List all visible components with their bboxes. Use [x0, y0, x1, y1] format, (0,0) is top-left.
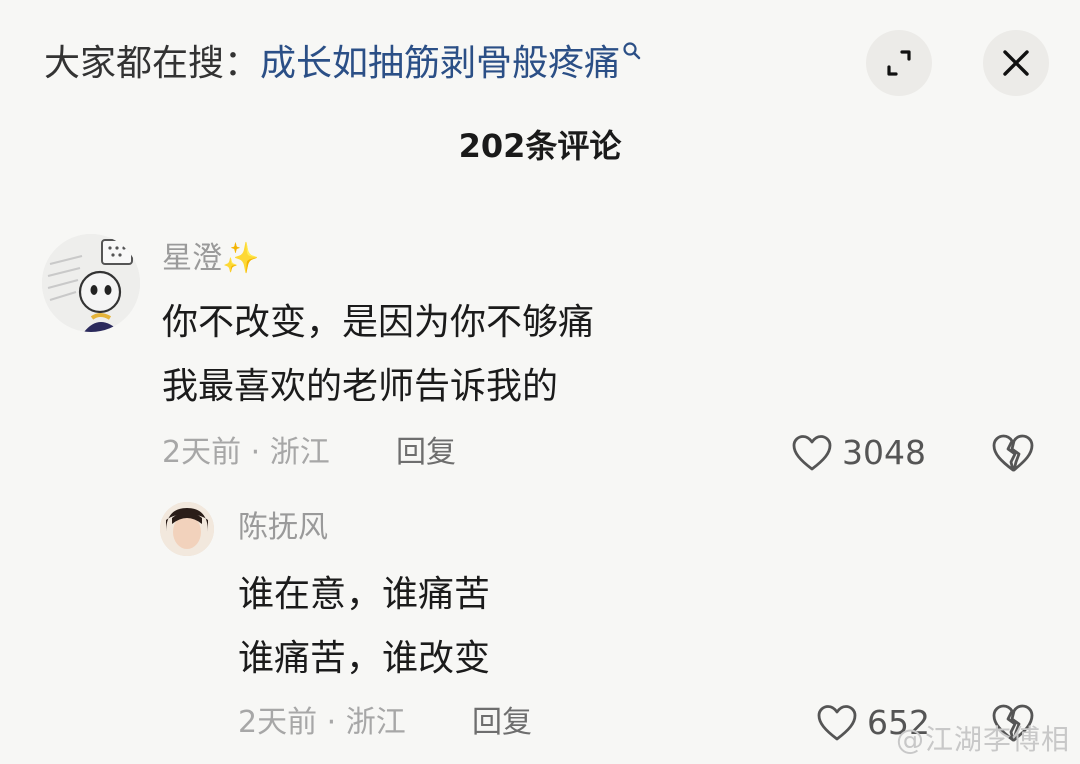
- avatar[interactable]: [42, 234, 140, 332]
- comment-meta: 2天前 · 浙江: [162, 435, 330, 470]
- heart-icon: [792, 435, 832, 471]
- comment-username[interactable]: 陈抚风: [238, 508, 328, 548]
- broken-heart-icon: [992, 434, 1034, 472]
- trending-search-keyword[interactable]: 成长如抽筋剥骨般疼痛: [260, 43, 620, 84]
- trending-search-bar[interactable]: 大家都在搜：成长如抽筋剥骨般疼痛: [44, 38, 641, 90]
- comment-count-title: 202条评论: [458, 127, 622, 165]
- comment-text-line: 谁在意，谁痛苦: [238, 574, 491, 615]
- like-count: 3048: [842, 433, 926, 472]
- username-text: 星澄: [162, 241, 222, 276]
- expand-icon: [887, 50, 911, 76]
- reply-button[interactable]: 回复: [396, 433, 456, 473]
- comment-text-line: 谁痛苦，谁改变: [238, 638, 491, 679]
- reply-button[interactable]: 回复: [472, 703, 532, 743]
- sparkle-icon: ✨: [222, 241, 260, 276]
- trending-search-prefix: 大家都在搜：: [44, 43, 261, 84]
- close-icon: [1003, 50, 1029, 76]
- search-icon: [622, 24, 642, 60]
- avatar[interactable]: [160, 502, 214, 556]
- comment-text-line: 你不改变，是因为你不够痛: [162, 302, 595, 343]
- like-button[interactable]: 3048: [790, 433, 926, 473]
- comment-text-line: 我最喜欢的老师告诉我的: [162, 366, 559, 407]
- watermark: @江湖李傅相: [895, 723, 1070, 756]
- expand-button[interactable]: [866, 30, 932, 96]
- comment-meta: 2天前 · 浙江: [238, 705, 406, 740]
- dislike-button[interactable]: [990, 432, 1036, 474]
- comment-username[interactable]: 星澄✨: [162, 239, 259, 279]
- close-button[interactable]: [983, 30, 1049, 96]
- heart-icon: [817, 705, 857, 741]
